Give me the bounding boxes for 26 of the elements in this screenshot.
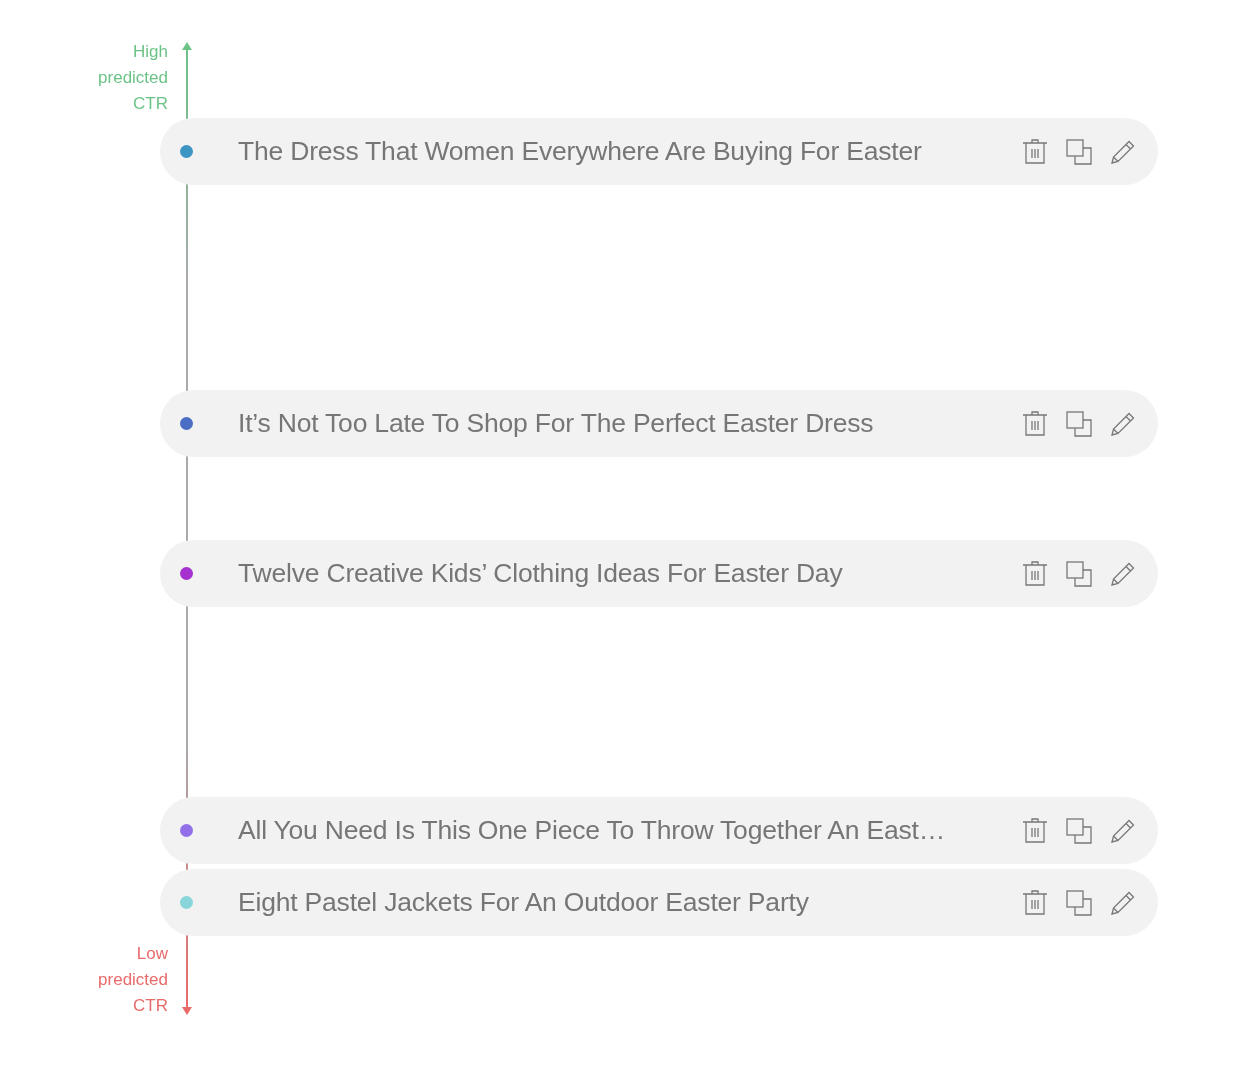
delete-button[interactable] xyxy=(1021,889,1048,916)
edit-button[interactable] xyxy=(1109,889,1136,916)
delete-button[interactable] xyxy=(1021,138,1048,165)
edit-button[interactable] xyxy=(1109,560,1136,587)
headline-title: Eight Pastel Jackets For An Outdoor Easter Party xyxy=(238,887,810,918)
duplicate-button[interactable] xyxy=(1065,889,1092,916)
headline-title: The Dress That Women Everywhere Are Buying For Easter xyxy=(238,136,923,167)
delete-button[interactable] xyxy=(1021,817,1048,844)
duplicate-button[interactable] xyxy=(1065,817,1092,844)
edit-button[interactable] xyxy=(1109,410,1136,437)
axis-label: predicted xyxy=(98,67,168,89)
axis-label: predicted xyxy=(98,969,168,991)
axis-label: CTR xyxy=(133,93,168,115)
duplicate-button[interactable] xyxy=(1065,138,1092,165)
duplicate-button[interactable] xyxy=(1065,410,1092,437)
edit-button[interactable] xyxy=(1109,817,1136,844)
headline-title: All You Need Is This One Piece To Throw Together An East… xyxy=(238,815,946,846)
axis-label: Low xyxy=(136,943,168,965)
axis-label: High xyxy=(133,41,168,63)
axis-label: CTR xyxy=(133,995,168,1017)
duplicate-button[interactable] xyxy=(1065,560,1092,587)
headline-title: It’s Not Too Late To Shop For The Perfect Easter Dress xyxy=(238,408,875,439)
delete-button[interactable] xyxy=(1021,560,1048,587)
headline-title: Twelve Creative Kids’ Clothing Ideas For Easter Day xyxy=(238,558,844,589)
delete-button[interactable] xyxy=(1021,410,1048,437)
edit-button[interactable] xyxy=(1109,138,1136,165)
